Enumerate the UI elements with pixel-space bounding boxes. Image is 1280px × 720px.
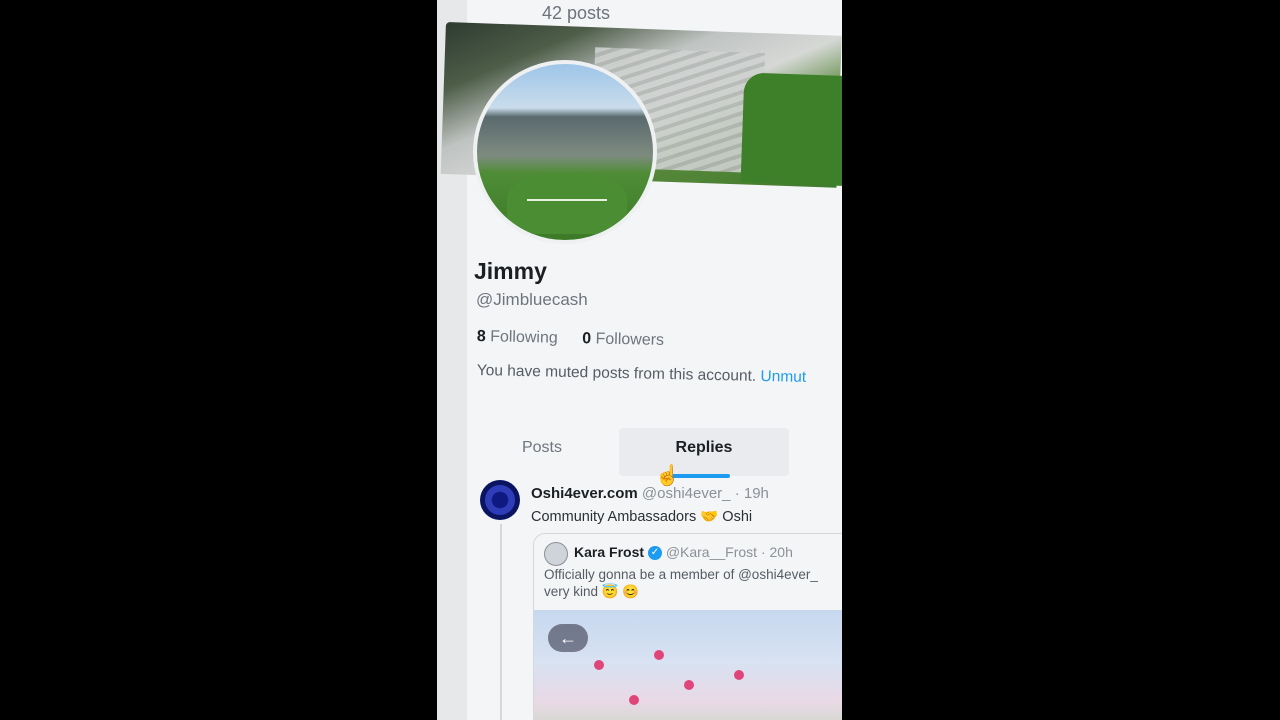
quote-media-image[interactable]: ← bbox=[534, 610, 842, 720]
tab-replies[interactable]: Replies bbox=[619, 428, 789, 476]
quote-author-name: Kara Frost bbox=[574, 544, 645, 560]
post-count: 42 posts bbox=[542, 3, 611, 23]
verified-badge-icon: ✓ bbox=[647, 546, 662, 561]
following-label: Following bbox=[490, 328, 558, 347]
muted-notice: You have muted posts from this account. … bbox=[477, 362, 807, 387]
profile-handle: @Jimbluecash bbox=[476, 290, 588, 309]
flower-decoration bbox=[594, 660, 604, 670]
followers-label: Followers bbox=[595, 330, 665, 349]
flower-decoration bbox=[629, 695, 639, 705]
profile-stats: 8 Following 0 Followers bbox=[477, 328, 685, 350]
tab-posts[interactable]: Posts bbox=[507, 428, 577, 476]
avatar-field-lines bbox=[527, 199, 607, 201]
quoted-post[interactable]: Kara Frost ✓ @Kara__Frost · 20h Official… bbox=[533, 533, 842, 720]
arrow-left-icon[interactable]: ← bbox=[548, 624, 588, 652]
reply-author-name[interactable]: Oshi4ever.com bbox=[531, 485, 638, 502]
flower-decoration bbox=[654, 650, 664, 660]
reply-time[interactable]: · 19h bbox=[735, 485, 769, 502]
flower-decoration bbox=[734, 670, 744, 680]
quote-meta: Kara Frost ✓ @Kara__Frost · 20h bbox=[574, 544, 793, 561]
profile-avatar[interactable] bbox=[473, 60, 657, 244]
followers-link[interactable]: 0 Followers bbox=[582, 330, 664, 350]
quote-author-handle: @Kara__Frost bbox=[665, 544, 758, 560]
muted-notice-text: You have muted posts from this account. bbox=[476, 362, 757, 385]
flower-decoration bbox=[684, 680, 694, 690]
following-count: 8 bbox=[476, 328, 486, 346]
thread-line bbox=[500, 524, 502, 720]
following-link[interactable]: 8 Following bbox=[477, 328, 558, 348]
avatar-field bbox=[507, 174, 627, 234]
banner-field bbox=[740, 72, 842, 187]
quote-text: Officially gonna be a member of @oshi4ev… bbox=[544, 566, 842, 600]
reply-meta: Oshi4ever.com @oshi4ever_ · 19h bbox=[531, 485, 769, 502]
unmute-link[interactable]: Unmut bbox=[760, 368, 806, 386]
profile-name: Jimmy bbox=[474, 258, 547, 284]
quote-text-line-2: very kind 😇 😊 bbox=[544, 584, 640, 599]
quote-author-avatar bbox=[544, 542, 568, 566]
reply-author-avatar[interactable] bbox=[480, 480, 520, 520]
reply-text: Community Ambassadors 🤝 Oshi bbox=[531, 509, 753, 525]
active-tab-indicator bbox=[672, 474, 730, 478]
quote-text-line-1: Officially gonna be a member of @oshi4ev… bbox=[544, 567, 818, 582]
profile-screen: 42 posts Jimmy @Jimbluecash 8 Following … bbox=[437, 0, 842, 720]
reply-author-handle[interactable]: @oshi4ever_ bbox=[642, 485, 731, 502]
quote-time: · 20h bbox=[760, 544, 793, 560]
followers-count: 0 bbox=[582, 330, 592, 348]
